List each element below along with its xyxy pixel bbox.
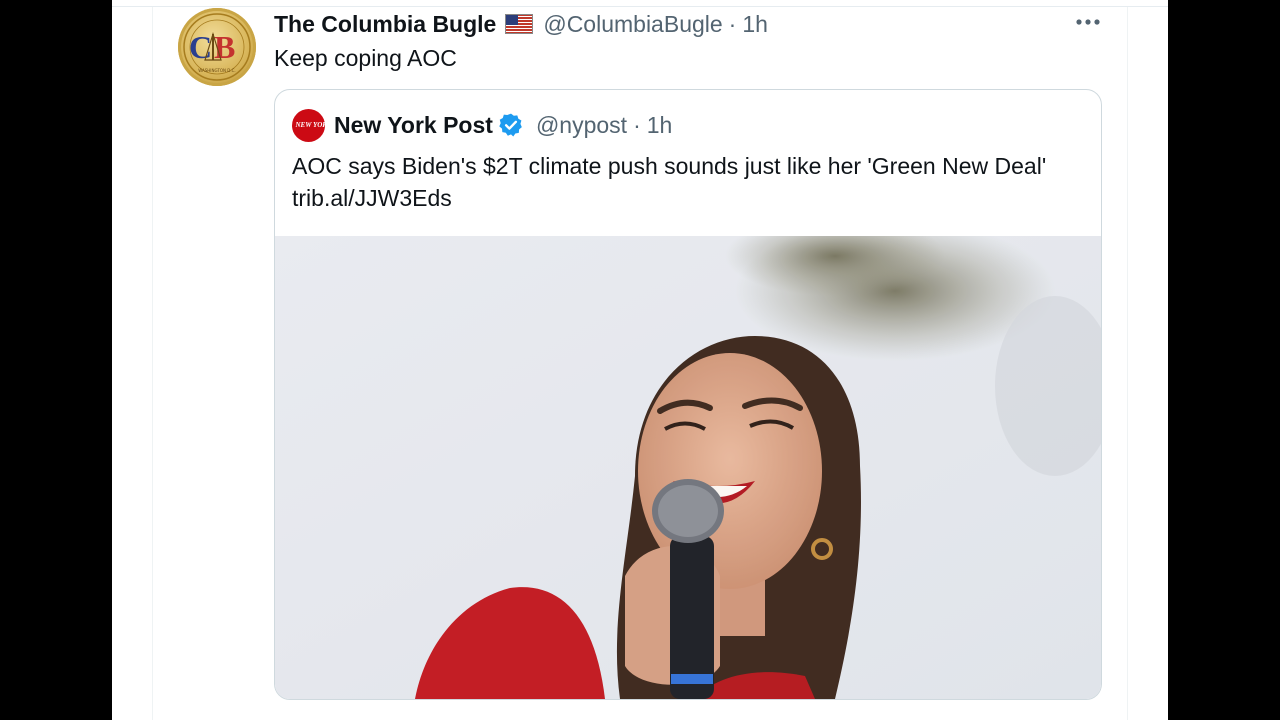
quoted-tweet-text: AOC says Biden's $2T climate push sounds… [292, 150, 1046, 214]
quoted-author-handle[interactable]: @nypost [536, 112, 627, 139]
separator-dot: · [728, 10, 737, 37]
more-options-icon[interactable] [1074, 10, 1102, 34]
author-handle[interactable]: @ColumbiaBugle [543, 11, 722, 38]
photo-woman-with-microphone [275, 236, 1101, 699]
tweet-time[interactable]: 1h [742, 11, 768, 38]
columbia-bugle-logo: C B WASHINGTON D.C. [183, 13, 251, 81]
quoted-link[interactable]: trib.al/JJW3Eds [292, 182, 1046, 214]
tweet-text: Keep coping AOC [274, 45, 457, 71]
quoted-text-line: AOC says Biden's $2T climate push sounds… [292, 153, 1047, 179]
author-name[interactable]: The Columbia Bugle [274, 11, 496, 38]
timeline-column: C B WASHINGTON D.C. The Columbia Bugle @ [112, 0, 1168, 720]
avatar[interactable]: C B WASHINGTON D.C. [178, 8, 256, 86]
separator-dot: · [633, 111, 641, 138]
nypost-logo-text: NEW YORK POST [295, 120, 351, 129]
divider [112, 6, 1168, 7]
nypost-avatar[interactable]: NEW YORK POST [292, 108, 351, 142]
tweet-photo[interactable] [275, 236, 1101, 699]
column-border-left [152, 7, 153, 720]
quoted-tweet-time[interactable]: 1h [647, 112, 673, 139]
us-flag-icon [505, 14, 534, 34]
svg-text:WASHINGTON D.C.: WASHINGTON D.C. [198, 68, 235, 73]
column-border-right [1127, 7, 1128, 720]
quoted-tweet[interactable]: NEW YORK POST New York Post @nypost · 1h… [274, 89, 1102, 700]
quoted-author-name[interactable]: New York Post [334, 112, 493, 139]
tweet-author: The Columbia Bugle @ColumbiaBugle · 1h [274, 9, 768, 39]
quoted-tweet-author: NEW YORK POST New York Post @nypost · 1h [292, 107, 672, 143]
verified-badge-icon [498, 112, 524, 138]
